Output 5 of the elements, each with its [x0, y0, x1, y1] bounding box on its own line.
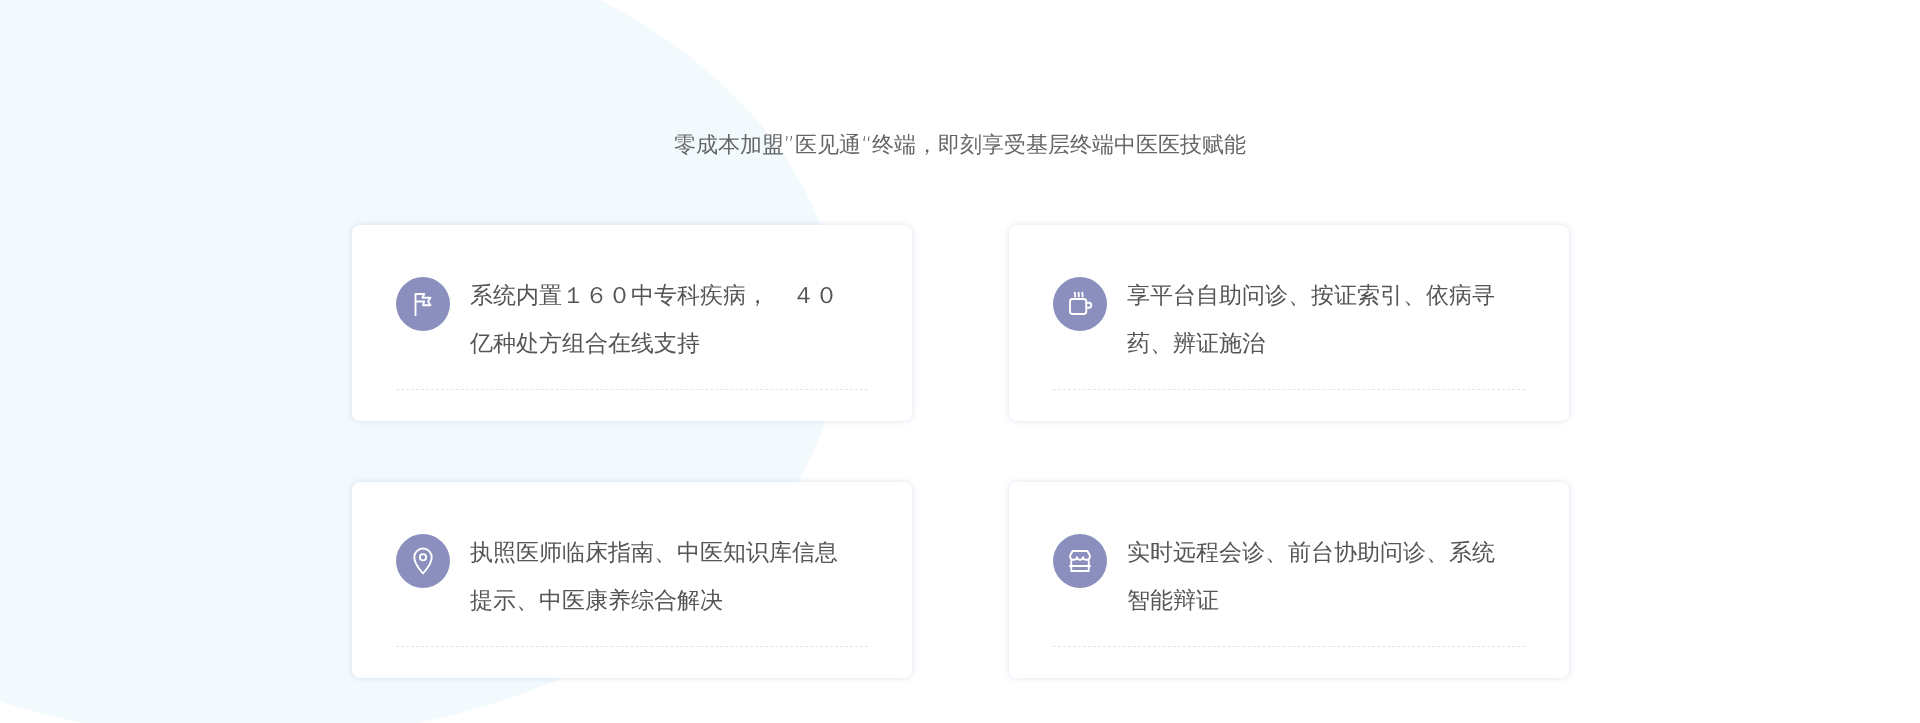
subtitle: 零成本加盟”医见通“终端，即刻享受基层终端中医医技赋能	[673, 131, 1247, 159]
feature-text: 享平台自助问诊、按证索引、依病寻药、辨证施治	[1126, 281, 1496, 358]
feature-text: 实时远程会诊、前台协助问诊、系统智能辩证	[1126, 538, 1496, 615]
feature-text: 执照医师临床指南、中医知识库信息提示、中医康养综合解决	[469, 538, 839, 615]
feature-text: 系统内置１６０中专科疾病， ４０亿种处方组合在线支持	[469, 281, 839, 358]
